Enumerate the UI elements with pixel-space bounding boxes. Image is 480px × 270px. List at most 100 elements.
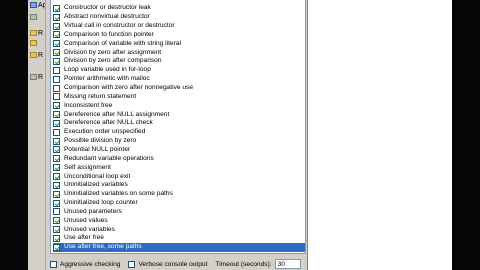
check-list-item[interactable]: Self assignment	[53, 163, 305, 172]
checks-list[interactable]: Constructor or destructor leak Abstract n…	[50, 0, 306, 254]
checks-dialog: Constructor or destructor leak Abstract n…	[46, 0, 308, 270]
timeout-label: Timeout (seconds):	[215, 260, 272, 268]
check-list-item[interactable]: Division by zero after assignment	[53, 48, 305, 57]
check-list-item[interactable]: Dereference after NULL check	[53, 119, 305, 128]
check-list-item[interactable]: Use after free, some paths	[53, 242, 305, 252]
check-checkbox[interactable]	[53, 40, 60, 48]
check-checkbox[interactable]	[53, 199, 60, 207]
check-checkbox[interactable]	[53, 181, 60, 189]
check-checkbox[interactable]	[53, 111, 60, 119]
check-label: Uninitialized variables	[64, 181, 128, 189]
check-checkbox[interactable]	[53, 226, 60, 234]
check-label: Constructor or destructor leak	[64, 4, 151, 12]
tree-item[interactable]: R	[30, 30, 45, 40]
left-black-border	[0, 0, 28, 270]
check-list-item[interactable]: Abstract nonvirtual destructor	[53, 13, 305, 22]
check-checkbox[interactable]	[53, 13, 60, 21]
check-checkbox[interactable]	[53, 128, 60, 136]
check-checkbox[interactable]	[53, 234, 60, 242]
check-list-item[interactable]: Unused parameters	[53, 208, 305, 217]
check-list-item[interactable]: Unused variables	[53, 225, 305, 234]
check-label: Possible division by zero	[64, 137, 137, 145]
aggressive-checking-label: Aggressive checking	[60, 260, 121, 268]
folder-icon	[30, 30, 37, 37]
check-list-item[interactable]: Division by zero after comparison	[53, 57, 305, 66]
check-checkbox[interactable]	[53, 243, 60, 251]
check-label: Use after free	[64, 234, 104, 242]
check-checkbox[interactable]	[53, 75, 60, 83]
tree-item[interactable]: R	[30, 52, 45, 62]
check-label: Uninitialized loop counter	[64, 199, 138, 207]
check-checkbox[interactable]	[53, 137, 60, 145]
verbose-output-label: Verbose console output	[138, 260, 208, 268]
verbose-output-option[interactable]: Verbose console output	[128, 260, 208, 268]
timeout-option: Timeout (seconds):	[215, 259, 301, 269]
check-list-item[interactable]: Comparison with zero after nonnegative u…	[53, 84, 305, 93]
check-list-item[interactable]: Comparison of variable with string liter…	[53, 39, 305, 48]
aggressive-checking-option[interactable]: Aggressive checking	[50, 260, 121, 268]
tree-item[interactable]: R	[30, 74, 45, 84]
check-list-item[interactable]: Virtual call in constructor or destructo…	[53, 22, 305, 31]
tree-item-label: R	[38, 30, 44, 37]
tree-item[interactable]	[30, 14, 45, 24]
check-list-item[interactable]: Comparison to function pointer	[53, 31, 305, 40]
check-label: Unused values	[64, 216, 108, 224]
check-label: Loop variable used in for-loop	[64, 66, 151, 74]
check-checkbox[interactable]	[53, 155, 60, 163]
check-checkbox[interactable]	[53, 173, 60, 181]
tree-item-label: Aptit	[38, 2, 46, 9]
check-checkbox[interactable]	[53, 119, 60, 127]
check-checkbox[interactable]	[53, 208, 60, 216]
check-checkbox[interactable]	[53, 93, 60, 101]
check-label: Inconsistent free	[64, 101, 113, 109]
check-label: Pointer arithmetic with malloc	[64, 75, 150, 83]
check-label: Self assignment	[64, 163, 111, 171]
check-label: Unused variables	[64, 225, 115, 233]
check-list-item[interactable]: Inconsistent free	[53, 101, 305, 110]
tree-item[interactable]: Aptit	[30, 2, 46, 12]
check-checkbox[interactable]	[53, 146, 60, 154]
folder-icon	[30, 40, 37, 47]
check-label: Uninitialized variables on some paths	[64, 190, 173, 198]
check-label: Use after free, some paths	[64, 243, 142, 251]
check-list-item[interactable]: Constructor or destructor leak	[53, 4, 305, 13]
check-label: Missing return statement	[64, 92, 137, 100]
check-checkbox[interactable]	[53, 57, 60, 65]
check-list-item[interactable]: Use after free	[53, 234, 305, 243]
verbose-output-checkbox[interactable]	[128, 260, 136, 268]
check-list-item[interactable]: Dereference after NULL assignment	[53, 110, 305, 119]
check-label: Division by zero after assignment	[64, 48, 162, 56]
check-checkbox[interactable]	[53, 22, 60, 30]
check-list-item[interactable]: Potential NULL pointer	[53, 146, 305, 155]
check-checkbox[interactable]	[53, 84, 60, 92]
check-list-item[interactable]: Unused values	[53, 216, 305, 225]
check-label: Unused parameters	[64, 207, 122, 215]
options-bar: Aggressive checking Verbose console outp…	[50, 258, 306, 270]
aggressive-checking-checkbox[interactable]	[50, 260, 57, 268]
check-list-item[interactable]: Possible division by zero	[53, 137, 305, 146]
check-checkbox[interactable]	[53, 49, 60, 57]
check-list-item[interactable]: Missing return statement	[53, 93, 305, 102]
check-list-item[interactable]: Redundant variable operations	[53, 154, 305, 163]
check-list-item[interactable]: Uninitialized variables on some paths	[53, 190, 305, 199]
check-checkbox[interactable]	[53, 31, 60, 39]
check-label: Dereference after NULL assignment	[64, 110, 170, 118]
check-list-item[interactable]: Uninitialized loop counter	[53, 199, 305, 208]
check-checkbox[interactable]	[53, 66, 60, 74]
check-checkbox[interactable]	[53, 217, 60, 225]
check-list-item[interactable]: Pointer arithmetic with malloc	[53, 75, 305, 84]
check-list-item[interactable]: Uninitialized variables	[53, 181, 305, 190]
check-label: Virtual call in constructor or destructo…	[64, 22, 175, 30]
tree-item-label: R	[38, 74, 44, 81]
timeout-input[interactable]	[274, 259, 301, 269]
check-checkbox[interactable]	[53, 102, 60, 110]
check-checkbox[interactable]	[53, 164, 60, 172]
check-label: Abstract nonvirtual destructor	[64, 13, 150, 21]
check-checkbox[interactable]	[53, 190, 60, 198]
project-tree-panel[interactable]: Aptit R R R	[28, 0, 46, 270]
check-list-item[interactable]: Loop variable used in for-loop	[53, 66, 305, 75]
tree-item[interactable]	[30, 40, 45, 50]
check-list-item[interactable]: Unconditional loop exit	[53, 172, 305, 181]
check-list-item[interactable]: Execution order unspecified	[53, 128, 305, 137]
check-checkbox[interactable]	[53, 4, 60, 12]
